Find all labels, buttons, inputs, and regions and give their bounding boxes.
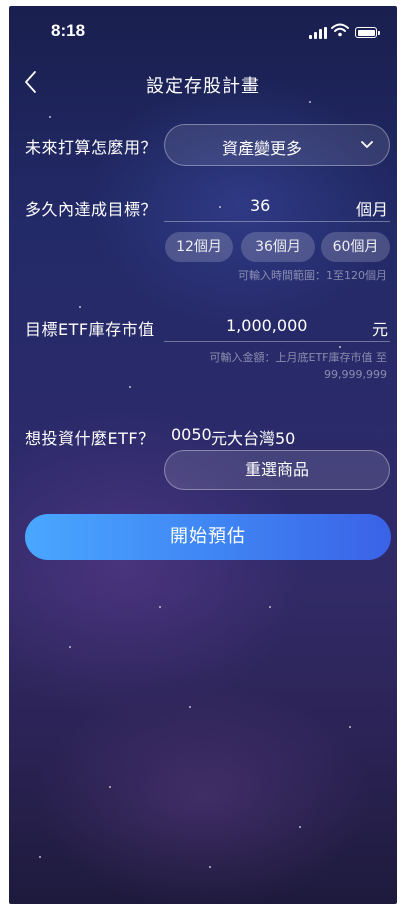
purpose-select[interactable]: 資產變更多 bbox=[164, 124, 390, 166]
target-hint-line1: 可輸入金額：上月底ETF庫存市值 至 bbox=[209, 351, 388, 364]
chip-12-months[interactable]: 12個月 bbox=[165, 232, 233, 262]
page-title: 設定存股計畫 bbox=[146, 76, 260, 97]
target-hint-line2: 99,999,999 bbox=[324, 368, 387, 381]
duration-unit: 個月 bbox=[355, 200, 388, 219]
app-screen: 8:18 設定存股計畫 未來打算怎麼用？ 資產變更多 多久內達成目標？ 36 個… bbox=[9, 6, 397, 904]
duration-value: 36 bbox=[250, 196, 271, 215]
duration-label: 多久內達成目標？ bbox=[25, 200, 158, 219]
battery-icon bbox=[355, 27, 380, 38]
etf-label: 想投資什麼ETF？ bbox=[25, 429, 155, 448]
target-unit: 元 bbox=[371, 320, 388, 339]
signal-icon bbox=[309, 27, 327, 39]
chip-60-months[interactable]: 60個月 bbox=[321, 232, 390, 262]
status-time: 8:18 bbox=[51, 21, 86, 40]
wifi-icon bbox=[331, 23, 349, 37]
etf-code: 0050 bbox=[171, 425, 212, 444]
reselect-product-button[interactable]: 重選商品 bbox=[164, 450, 390, 490]
etf-name: 元大台灣50 bbox=[211, 429, 296, 448]
status-bar: 8:18 bbox=[9, 6, 397, 46]
duration-hint: 可輸入時間範圍：1至120個月 bbox=[238, 269, 387, 282]
target-label: 目標ETF庫存市值 bbox=[25, 320, 155, 339]
duration-field[interactable]: 36 個月 bbox=[164, 193, 390, 222]
target-field[interactable]: 1,000,000 元 bbox=[164, 313, 390, 342]
start-estimate-button[interactable]: 開始預估 bbox=[25, 514, 391, 560]
chevron-down-icon bbox=[361, 141, 373, 148]
chip-36-months[interactable]: 36個月 bbox=[241, 232, 315, 262]
purpose-selected-value: 資產變更多 bbox=[221, 139, 302, 158]
target-value: 1,000,000 bbox=[226, 316, 308, 335]
purpose-label: 未來打算怎麼用？ bbox=[25, 138, 158, 157]
